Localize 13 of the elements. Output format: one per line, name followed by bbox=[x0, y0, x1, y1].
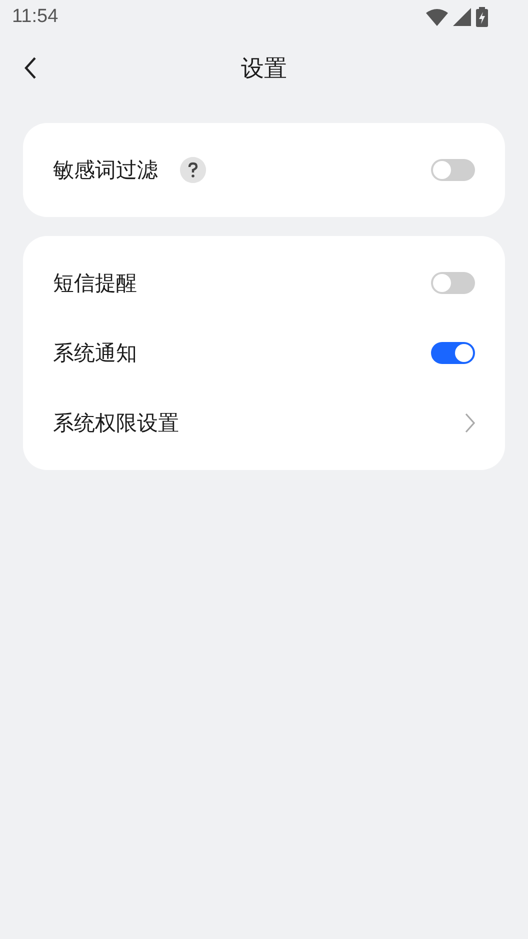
wifi-icon bbox=[426, 8, 448, 26]
toggle-switch[interactable] bbox=[431, 159, 475, 181]
page-title: 设置 bbox=[241, 54, 287, 84]
setting-label: 短信提醒 bbox=[53, 270, 137, 297]
setting-label: 系统通知 bbox=[53, 340, 137, 367]
signal-icon bbox=[453, 8, 471, 26]
setting-label[interactable]: 系统权限设置 bbox=[53, 409, 179, 437]
chevron-right-icon bbox=[465, 413, 475, 433]
toggle-switch[interactable] bbox=[431, 272, 475, 294]
status-time: 11:54 bbox=[12, 6, 58, 28]
setting-label: 敏感词过滤 bbox=[53, 157, 158, 184]
toggle-switch[interactable] bbox=[431, 342, 475, 364]
battery-icon bbox=[476, 7, 488, 27]
